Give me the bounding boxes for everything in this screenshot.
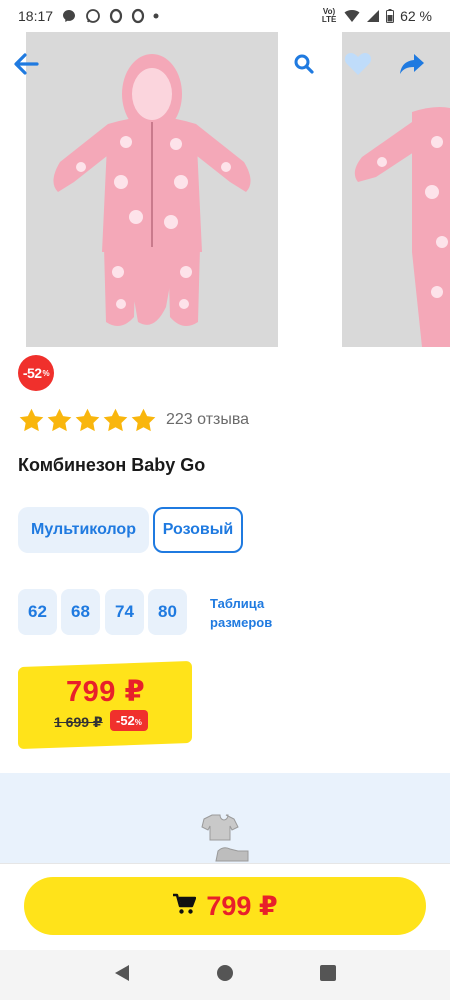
clothes-hand-icon (196, 813, 254, 868)
size-option-68[interactable]: 68 (61, 589, 100, 635)
star-icon (47, 408, 72, 431)
current-price: 799 ₽ (66, 676, 146, 708)
price-discount-unit: % (134, 718, 142, 727)
add-to-cart-button[interactable]: 799 ₽ (24, 877, 426, 935)
opera-icon-2 (131, 8, 145, 24)
nav-home-button[interactable] (205, 955, 245, 995)
size-option-74[interactable]: 74 (105, 589, 144, 635)
status-time: 18:17 (18, 8, 54, 24)
product-gallery[interactable] (0, 32, 450, 347)
product-title: Комбинезон Baby Go (18, 455, 206, 475)
share-button[interactable] (394, 48, 430, 84)
price-discount-badge: -52% (110, 710, 148, 731)
messenger-icon (61, 8, 77, 24)
reviews-count[interactable]: 223 отзыва (166, 411, 249, 429)
info-section (0, 773, 450, 863)
battery-percent: 62 % (400, 8, 432, 24)
nav-back-button[interactable] (102, 955, 142, 995)
favorite-button[interactable] (340, 48, 376, 84)
network-label: Vo) LTE (321, 7, 337, 24)
discount-badge-unit: % (42, 368, 50, 378)
star-icon (103, 408, 128, 431)
battery-icon (386, 9, 395, 23)
signal-icon (366, 9, 380, 23)
size-option-62[interactable]: 62 (18, 589, 57, 635)
volte-icon: Vo) LTE (320, 8, 338, 24)
price-tag: 799 ₽ 1 699 ₽ -52% (18, 660, 192, 750)
heart-icon (344, 52, 372, 81)
back-button[interactable] (8, 48, 44, 84)
wifi-icon (344, 9, 360, 23)
dot-icon (153, 13, 159, 19)
color-option-multicolor[interactable]: Мультиколор (18, 507, 149, 553)
size-table-line2: размеров (210, 615, 273, 630)
triangle-back-icon (114, 964, 130, 987)
search-icon (294, 54, 314, 79)
android-navigation-bar (0, 950, 450, 1000)
search-button[interactable] (286, 48, 322, 84)
star-icon (75, 408, 100, 431)
arrow-left-icon (13, 52, 39, 80)
whatsapp-icon (85, 8, 101, 24)
square-recents-icon (320, 964, 337, 986)
discount-badge: -52% (18, 355, 54, 391)
buy-price: 799 ₽ (206, 890, 278, 921)
size-option-80[interactable]: 80 (148, 589, 187, 635)
star-icon (19, 408, 44, 431)
product-photo[interactable] (26, 32, 278, 347)
opera-icon (109, 8, 123, 24)
share-icon (399, 53, 425, 80)
size-table-line1: Таблица (210, 596, 265, 611)
product-rating[interactable]: 223 отзыва (18, 405, 249, 435)
price-discount-value: -52 (116, 713, 135, 728)
circle-home-icon (216, 964, 234, 987)
cart-icon (172, 893, 197, 920)
color-option-pink[interactable]: Розовый (153, 507, 243, 553)
nav-recents-button[interactable] (308, 955, 348, 995)
size-table-link[interactable]: Таблица размеров (210, 594, 290, 632)
discount-badge-value: -52 (22, 365, 42, 381)
buy-bar: 799 ₽ (0, 863, 450, 950)
star-icon (131, 408, 156, 431)
old-price: 1 699 ₽ (54, 714, 103, 730)
status-bar: 18:17 Vo) LTE 62 % (0, 0, 450, 32)
